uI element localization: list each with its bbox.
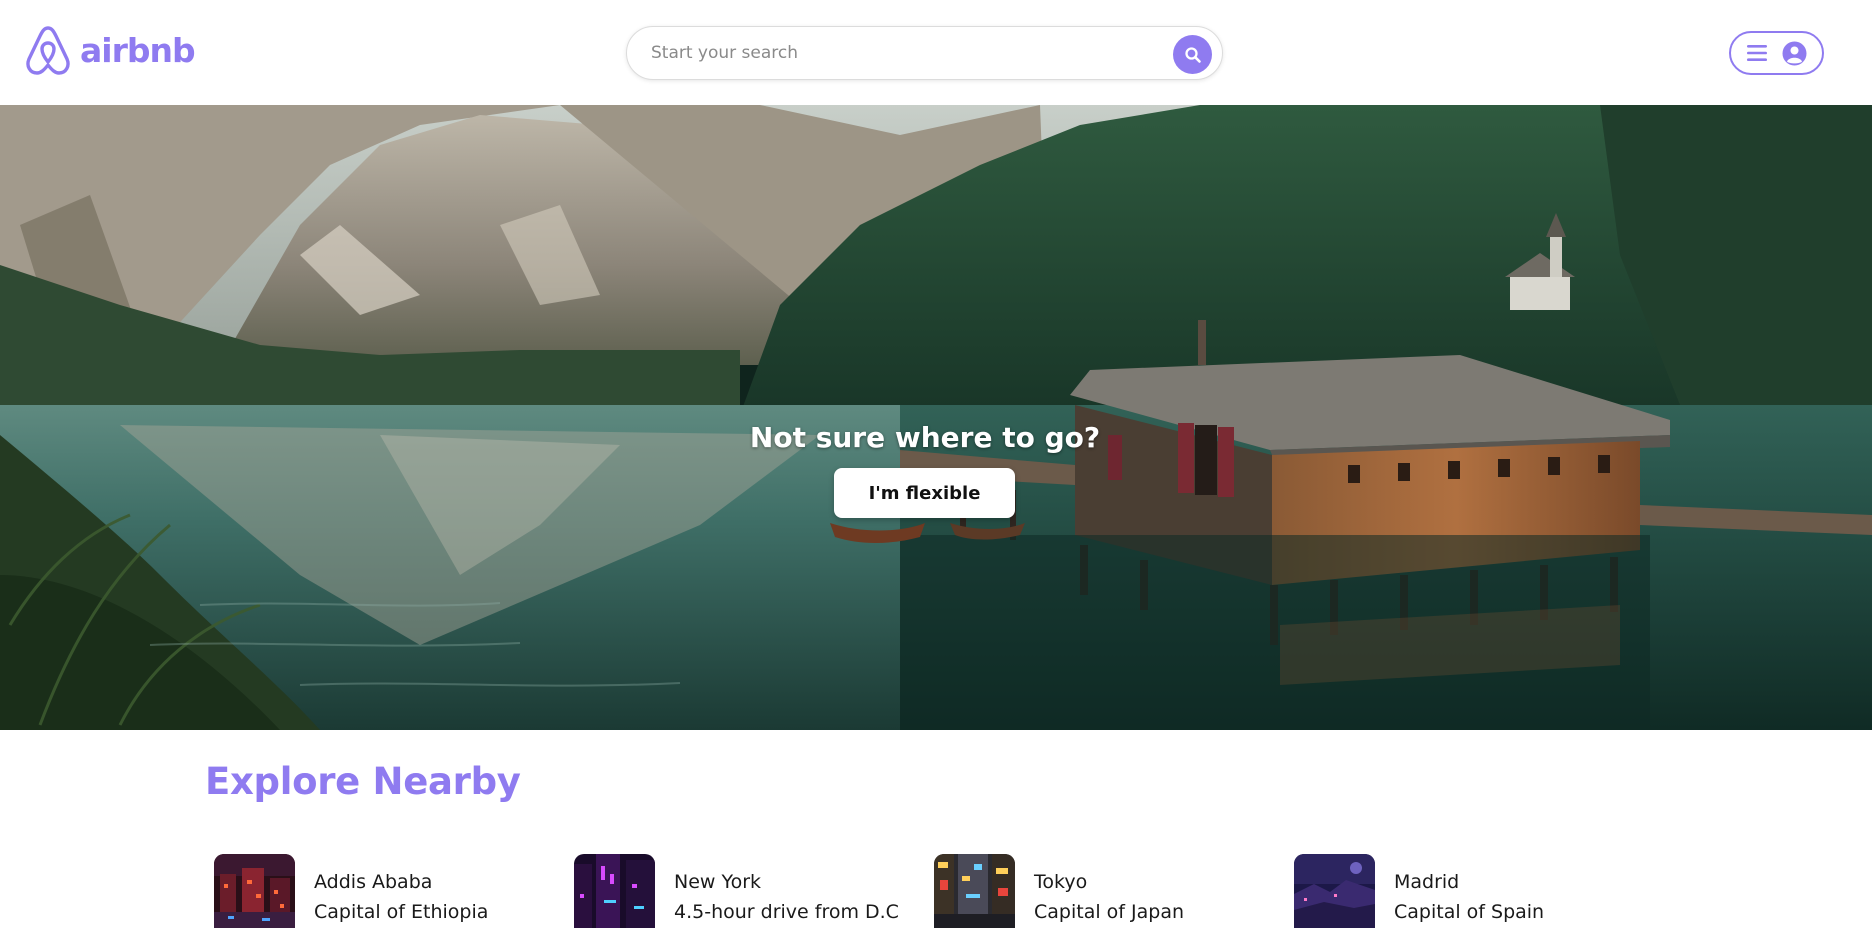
- place-thumbnail-madrid: [1294, 854, 1375, 928]
- place-name: New York: [674, 871, 762, 893]
- place-card-tokyo[interactable]: Tokyo Capital of Japan: [934, 854, 1184, 928]
- hero-landscape-image: [0, 105, 1872, 730]
- logo-wordmark: airbnb: [80, 30, 196, 70]
- nearby-places-list: Addis Ababa Capital of Ethiopia New York…: [214, 854, 1774, 928]
- search-bar[interactable]: [626, 26, 1223, 80]
- hamburger-menu-icon: [1747, 45, 1767, 61]
- user-menu-button[interactable]: [1729, 31, 1824, 75]
- place-card-new-york[interactable]: New York 4.5-hour drive from D.C: [574, 854, 899, 928]
- search-input[interactable]: [651, 37, 1151, 69]
- place-name: Addis Ababa: [314, 871, 433, 893]
- place-thumbnail-new-york: [574, 854, 655, 928]
- search-icon: [1184, 46, 1201, 63]
- hero-banner: Not sure where to go? I'm flexible: [0, 105, 1872, 730]
- airbnb-logo-icon: [26, 26, 70, 75]
- search-button[interactable]: [1173, 35, 1212, 74]
- place-subtitle: Capital of Ethiopia: [314, 901, 489, 923]
- top-navbar: airbnb: [0, 0, 1872, 105]
- place-subtitle: Capital of Japan: [1034, 901, 1185, 923]
- airbnb-logo[interactable]: airbnb: [24, 24, 196, 76]
- place-subtitle: Capital of Spain: [1394, 901, 1545, 923]
- place-name: Madrid: [1394, 871, 1460, 893]
- explore-nearby-heading: Explore Nearby: [205, 760, 521, 803]
- place-thumbnail-addis-ababa: [214, 854, 295, 928]
- place-card-madrid[interactable]: Madrid Capital of Spain: [1294, 854, 1544, 928]
- user-avatar-icon: [1782, 41, 1807, 65]
- place-subtitle: 4.5-hour drive from D.C: [674, 901, 899, 923]
- hero-title: Not sure where to go?: [749, 421, 1101, 454]
- place-thumbnail-tokyo: [934, 854, 1015, 928]
- place-name: Tokyo: [1034, 871, 1088, 893]
- place-card-addis-ababa[interactable]: Addis Ababa Capital of Ethiopia: [214, 854, 488, 928]
- im-flexible-button[interactable]: I'm flexible: [834, 468, 1015, 518]
